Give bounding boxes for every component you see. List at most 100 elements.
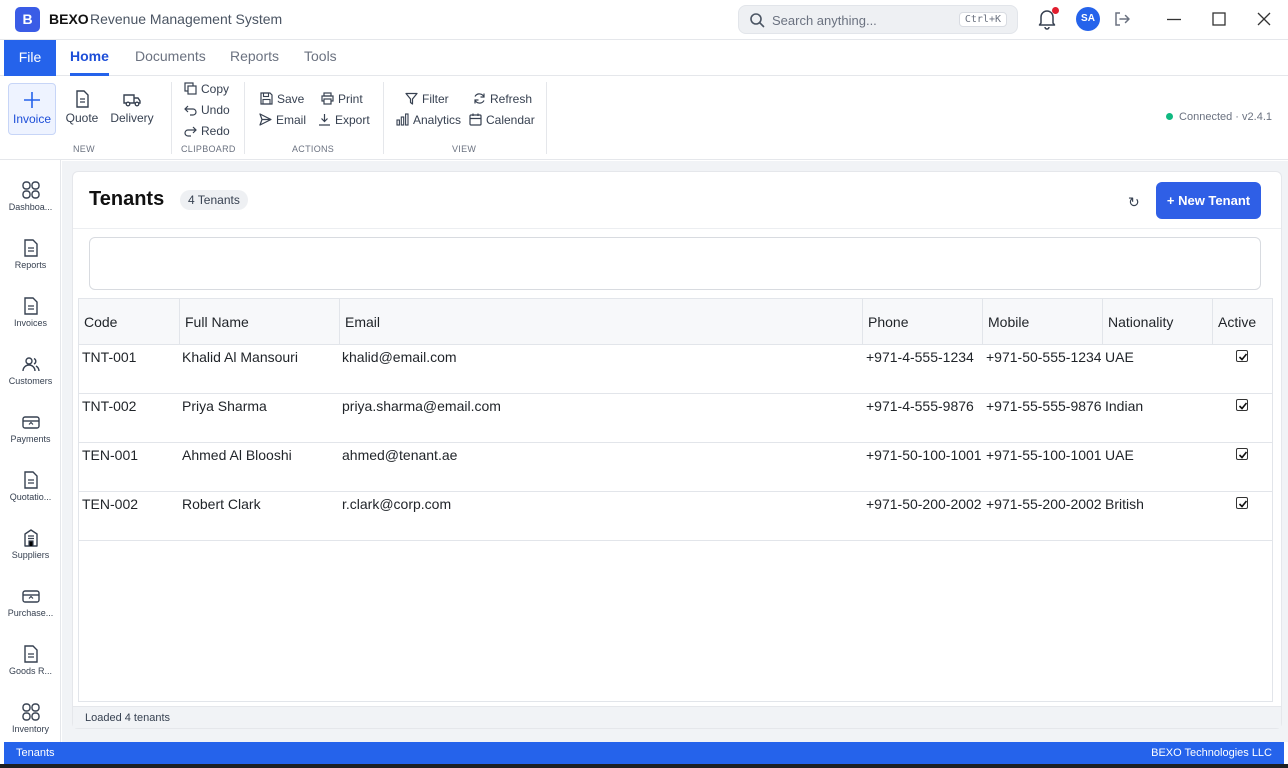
tenant-count-badge: 4 Tenants (180, 190, 248, 210)
bar-chart-icon (396, 113, 409, 126)
cell-email: priya.sharma@email.com (342, 398, 501, 414)
column-header-email[interactable]: Email (340, 299, 863, 345)
cell-phone: +971-4-555-9876 (866, 398, 974, 414)
group-separator (546, 82, 547, 154)
nav-item-payments[interactable]: Payments (0, 412, 61, 464)
document-icon (23, 297, 38, 315)
column-header-mobile[interactable]: Mobile (983, 299, 1103, 345)
tab-tools[interactable]: Tools (304, 40, 337, 76)
nav-item-invoices[interactable]: Invoices (0, 296, 61, 348)
download-icon (319, 114, 330, 126)
nav-item-dashboard[interactable]: Dashboa... (0, 180, 61, 232)
copy-button[interactable]: Copy (184, 80, 229, 98)
close-icon[interactable] (1255, 10, 1273, 28)
tenants-table: Code Full Name Email Phone Mobile Nation… (78, 298, 1273, 702)
column-header-code[interactable]: Code (79, 299, 180, 345)
column-header-phone[interactable]: Phone (863, 299, 983, 345)
new-invoice-button[interactable]: Invoice (8, 83, 56, 135)
cell-email: ahmed@tenant.ae (342, 447, 458, 463)
cell-full-name: Ahmed Al Blooshi (182, 447, 292, 463)
nav-item-quotations[interactable]: Quotatio... (0, 470, 61, 522)
email-button[interactable]: Email (259, 111, 306, 129)
undo-button[interactable]: Undo (184, 101, 230, 119)
cell-full-name: Priya Sharma (182, 398, 267, 414)
side-navigation: Dashboa... Reports Invoices Customers Pa… (0, 160, 61, 742)
column-header-active[interactable]: Active (1213, 299, 1272, 345)
title-bar: B BEXO Revenue Management System Search … (0, 0, 1288, 40)
maximize-icon[interactable] (1210, 10, 1228, 28)
cell-mobile: +971-55-555-9876 (986, 398, 1101, 414)
cell-phone: +971-4-555-1234 (866, 349, 974, 365)
inventory-icon (21, 703, 40, 721)
checkmark-icon (1238, 353, 1248, 361)
cell-code: TNT-002 (82, 398, 137, 414)
save-button[interactable]: Save (260, 90, 304, 108)
connected-dot-icon (1166, 113, 1174, 120)
export-button[interactable]: Export (318, 111, 370, 129)
cell-email: r.clark@corp.com (342, 496, 452, 512)
dashboard-icon (21, 181, 40, 199)
redo-icon (184, 126, 197, 137)
new-delivery-button[interactable]: Delivery (108, 83, 156, 135)
status-bar-company: BEXO Technologies LLC (1151, 747, 1272, 759)
cell-code: TNT-001 (82, 349, 137, 365)
nav-item-suppliers[interactable]: Suppliers (0, 528, 61, 580)
cell-phone: +971-50-100-1001 (866, 447, 981, 463)
reload-icon[interactable]: ↻ (1128, 194, 1140, 211)
user-avatar[interactable]: SA (1076, 7, 1100, 31)
new-quote-button[interactable]: Quote (62, 83, 102, 135)
tab-home[interactable]: Home (70, 40, 109, 76)
cell-mobile: +971-50-555-1234 (986, 349, 1101, 365)
card-icon (21, 416, 40, 429)
group-separator (383, 82, 384, 154)
nav-item-reports[interactable]: Reports (0, 238, 61, 290)
global-search[interactable]: Search anything... Ctrl+K (738, 5, 1018, 34)
search-shortcut: Ctrl+K (958, 12, 1007, 27)
calendar-button[interactable]: Calendar (469, 111, 535, 129)
column-header-nationality[interactable]: Nationality (1103, 299, 1213, 345)
cell-nationality: British (1105, 496, 1144, 512)
table-row[interactable]: TNT-001 Khalid Al Mansouri khalid@email.… (79, 345, 1272, 394)
active-checkbox[interactable] (1236, 350, 1248, 362)
save-icon (260, 92, 273, 105)
users-icon (21, 357, 40, 372)
cell-nationality: UAE (1105, 447, 1134, 463)
table-row[interactable]: TEN-002 Robert Clark r.clark@corp.com +9… (79, 492, 1272, 541)
nav-item-purchase[interactable]: Purchase... (0, 586, 61, 638)
redo-button[interactable]: Redo (184, 122, 230, 140)
cell-code: TEN-002 (82, 496, 139, 512)
app-logo: B (15, 7, 40, 32)
checkmark-icon (1238, 500, 1248, 508)
tab-reports[interactable]: Reports (230, 40, 279, 76)
print-button[interactable]: Print (321, 90, 363, 108)
nav-item-customers[interactable]: Customers (0, 354, 61, 406)
active-checkbox[interactable] (1236, 399, 1248, 411)
logout-icon[interactable] (1113, 10, 1131, 28)
active-checkbox[interactable] (1236, 497, 1248, 509)
page-title: Tenants (89, 188, 165, 210)
refresh-button[interactable]: Refresh (473, 90, 532, 108)
tab-documents[interactable]: Documents (135, 40, 206, 76)
cell-mobile: +971-55-200-2002 (986, 496, 1101, 512)
cell-nationality: UAE (1105, 349, 1134, 365)
active-checkbox[interactable] (1236, 448, 1248, 460)
tab-file[interactable]: File (4, 40, 56, 76)
document-icon (23, 645, 38, 663)
group-label-clipboard: CLIPBOARD (181, 144, 236, 154)
table-row[interactable]: TNT-002 Priya Sharma priya.sharma@email.… (79, 394, 1272, 443)
new-delivery-label: Delivery (110, 111, 154, 125)
cell-full-name: Robert Clark (182, 496, 261, 512)
new-tenant-button[interactable]: + New Tenant (1156, 182, 1261, 219)
column-header-full-name[interactable]: Full Name (180, 299, 340, 345)
table-row[interactable]: TEN-001 Ahmed Al Blooshi ahmed@tenant.ae… (79, 443, 1272, 492)
analytics-button[interactable]: Analytics (396, 111, 461, 129)
minimize-icon[interactable] (1165, 10, 1183, 28)
printer-icon (321, 92, 334, 105)
group-label-new: NEW (73, 144, 95, 154)
filter-button[interactable]: Filter (405, 90, 449, 108)
app-subtitle: Revenue Management System (90, 11, 283, 27)
nav-item-goods-received[interactable]: Goods R... (0, 644, 61, 696)
cell-nationality: Indian (1105, 398, 1144, 414)
filter-input[interactable] (89, 237, 1261, 290)
document-icon (23, 471, 38, 489)
